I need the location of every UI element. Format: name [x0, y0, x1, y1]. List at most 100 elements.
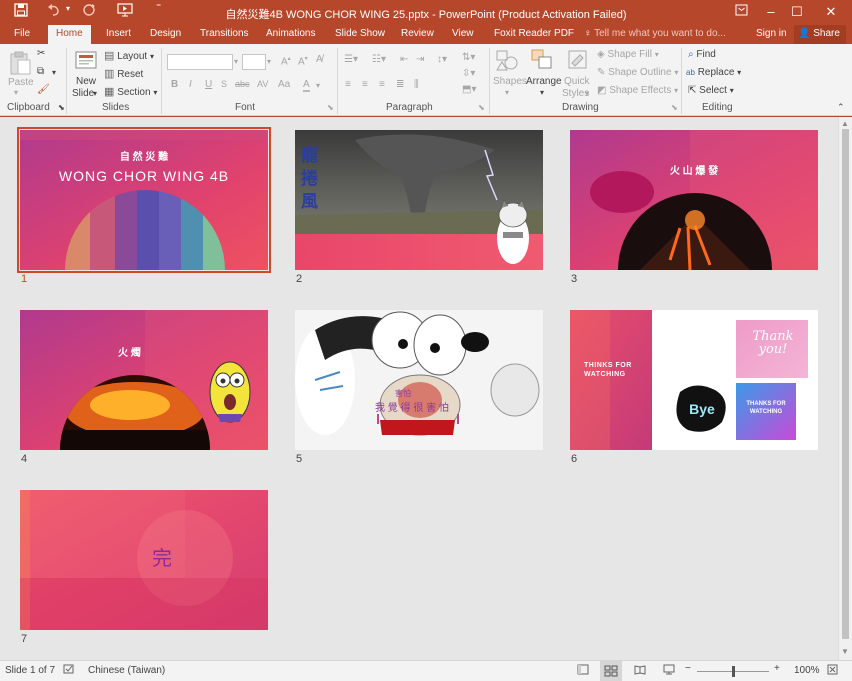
italic-button[interactable]: I [189, 79, 192, 90]
scroll-up-icon[interactable]: ▲ [841, 119, 849, 128]
justify-icon[interactable]: ≣ [396, 79, 404, 90]
shapes-dropdown-icon[interactable]: ▾ [505, 88, 509, 97]
new-slide-icon[interactable] [74, 49, 100, 73]
font-name-box[interactable] [167, 54, 233, 70]
shapes-icon[interactable] [494, 48, 520, 72]
scroll-down-icon[interactable]: ▼ [841, 647, 849, 656]
tab-slide-show[interactable]: Slide Show [335, 28, 385, 39]
slide-number: 7 [21, 633, 28, 645]
layout-button[interactable]: ▤ Layout ▾ [104, 49, 154, 62]
character-spacing-button[interactable]: AV [257, 79, 268, 89]
shape-fill-button[interactable]: ◈ Shape Fill ▾ [597, 49, 659, 60]
paragraph-launcher-icon[interactable]: ⬊ [478, 103, 485, 112]
tab-insert[interactable]: Insert [106, 28, 131, 39]
underline-button[interactable]: U [205, 79, 212, 90]
tab-view[interactable]: View [452, 28, 474, 39]
vertical-scrollbar[interactable]: ▲ ▼ [838, 117, 852, 660]
decrease-indent-icon[interactable]: ⇤ [400, 54, 408, 65]
share-button[interactable]: 👤 Share [794, 25, 846, 44]
paste-dropdown-icon[interactable]: ▾ [14, 88, 18, 97]
reset-button[interactable]: ▥ Reset [104, 67, 143, 80]
quick-styles-dropdown-icon[interactable]: ▾ [585, 89, 589, 98]
new-slide-label-2: Slide [72, 88, 95, 99]
tab-design[interactable]: Design [150, 28, 181, 39]
fit-to-window-icon[interactable] [827, 664, 838, 678]
tab-home[interactable]: Home [48, 25, 91, 44]
close-icon[interactable]: ✕ [816, 2, 846, 22]
bullets-icon[interactable]: ☰▾ [344, 54, 358, 65]
increase-indent-icon[interactable]: ⇥ [416, 54, 424, 65]
reading-view-icon[interactable] [634, 664, 646, 678]
clear-formatting-icon[interactable]: A̸ [316, 54, 323, 65]
change-case-button[interactable]: Aa [278, 79, 290, 90]
increase-font-size-icon[interactable]: A▴ [281, 55, 291, 67]
select-button[interactable]: ⇱ Select ▾ [688, 85, 734, 96]
zoom-out-icon[interactable]: − [685, 663, 691, 674]
zoom-in-icon[interactable]: + [774, 663, 780, 674]
tell-me-box[interactable]: ♀ Tell me what you want to do... [584, 28, 726, 39]
font-color-icon[interactable]: A [303, 79, 310, 92]
language-indicator[interactable]: Chinese (Taiwan) [88, 665, 165, 676]
copy-icon[interactable]: ⧉ [37, 66, 44, 77]
collapse-ribbon-icon[interactable]: ⌃ [837, 102, 845, 113]
tab-animations[interactable]: Animations [266, 28, 315, 39]
shadow-button[interactable]: S [221, 79, 227, 89]
slide-thumbnail-7[interactable]: 完 [20, 490, 268, 630]
maximize-icon[interactable]: ☐ [782, 2, 812, 22]
thanks-for-watching-sticker: THANKS FOR WATCHING [746, 401, 786, 415]
font-launcher-icon[interactable]: ⬊ [327, 103, 334, 112]
shape-outline-button[interactable]: ✎ Shape Outline ▾ [597, 67, 678, 78]
strikethrough-button[interactable]: abc [235, 79, 250, 89]
new-slide-dropdown-icon[interactable]: ▾ [93, 89, 97, 98]
tab-file[interactable]: File [14, 28, 30, 39]
slide-thumbnail-5[interactable]: 害怕 我 覺 得 很 害 怕 [295, 310, 543, 450]
zoom-slider-thumb[interactable] [732, 666, 735, 677]
slide-show-icon[interactable] [663, 664, 675, 678]
slide-thumbnail-4[interactable]: 火 燭 [20, 310, 268, 450]
columns-icon[interactable]: ⫼ [414, 79, 419, 90]
slide-thumbnail-3[interactable]: 火 山 爆 發 [570, 130, 818, 270]
find-button[interactable]: ⌕ Find [688, 49, 716, 60]
slide-5-caption-small: 害怕 [395, 389, 411, 398]
ribbon-display-options-icon[interactable] [726, 2, 756, 22]
arrange-icon[interactable] [530, 48, 556, 72]
font-size-box[interactable] [242, 54, 266, 70]
tab-transitions[interactable]: Transitions [200, 28, 249, 39]
align-text-icon[interactable]: ⇳▾ [462, 68, 475, 79]
align-right-icon[interactable]: ≡ [379, 79, 385, 90]
numbering-icon[interactable]: ☷▾ [372, 54, 386, 65]
font-name-dropdown-icon[interactable]: ▾ [234, 57, 238, 66]
slide-thumbnail-6[interactable]: THINKS FOR WATCHING Thank you! Bye THANK… [570, 310, 818, 450]
drawing-launcher-icon[interactable]: ⬊ [671, 103, 678, 112]
arrange-dropdown-icon[interactable]: ▾ [540, 88, 544, 97]
tab-review[interactable]: Review [401, 28, 434, 39]
font-size-dropdown-icon[interactable]: ▾ [267, 57, 271, 66]
line-spacing-icon[interactable]: ↕▾ [437, 54, 447, 65]
cut-icon[interactable]: ✂ [37, 48, 45, 59]
sign-in-link[interactable]: Sign in [756, 28, 787, 39]
smartart-icon[interactable]: ⬒▾ [462, 84, 476, 95]
decrease-font-size-icon[interactable]: A▾ [298, 55, 308, 67]
quick-styles-icon[interactable] [566, 48, 592, 72]
slide-sorter-view-icon[interactable] [600, 661, 622, 681]
section-button[interactable]: ▦ Section ▾ [104, 85, 157, 98]
zoom-level[interactable]: 100% [794, 665, 820, 676]
copy-dropdown-icon[interactable]: ▾ [52, 68, 56, 77]
text-direction-icon[interactable]: ⇅▾ [462, 52, 475, 63]
slide-number: 4 [21, 453, 28, 465]
font-color-dropdown-icon[interactable]: ▾ [316, 81, 320, 90]
normal-view-icon[interactable] [577, 664, 589, 678]
align-center-icon[interactable]: ≡ [362, 79, 368, 90]
clipboard-launcher-icon[interactable]: ⬊ [58, 103, 65, 112]
paste-icon[interactable] [8, 50, 34, 75]
align-left-icon[interactable]: ≡ [345, 79, 351, 90]
slide-thumbnail-1[interactable]: 自 然 災 難 WONG CHOR WING 4B [17, 127, 271, 273]
proofing-icon[interactable] [63, 664, 75, 678]
scrollbar-thumb[interactable] [842, 129, 849, 639]
tab-foxit-reader-pdf[interactable]: Foxit Reader PDF [494, 28, 574, 39]
slide-thumbnail-2[interactable]: 龍 捲 風 [295, 130, 543, 270]
bold-button[interactable]: B [171, 79, 178, 90]
format-painter-icon[interactable]: 🖌 [37, 84, 50, 95]
replace-button[interactable]: ab Replace ▾ [686, 67, 741, 78]
shape-effects-button[interactable]: ◩ Shape Effects ▾ [597, 85, 678, 96]
